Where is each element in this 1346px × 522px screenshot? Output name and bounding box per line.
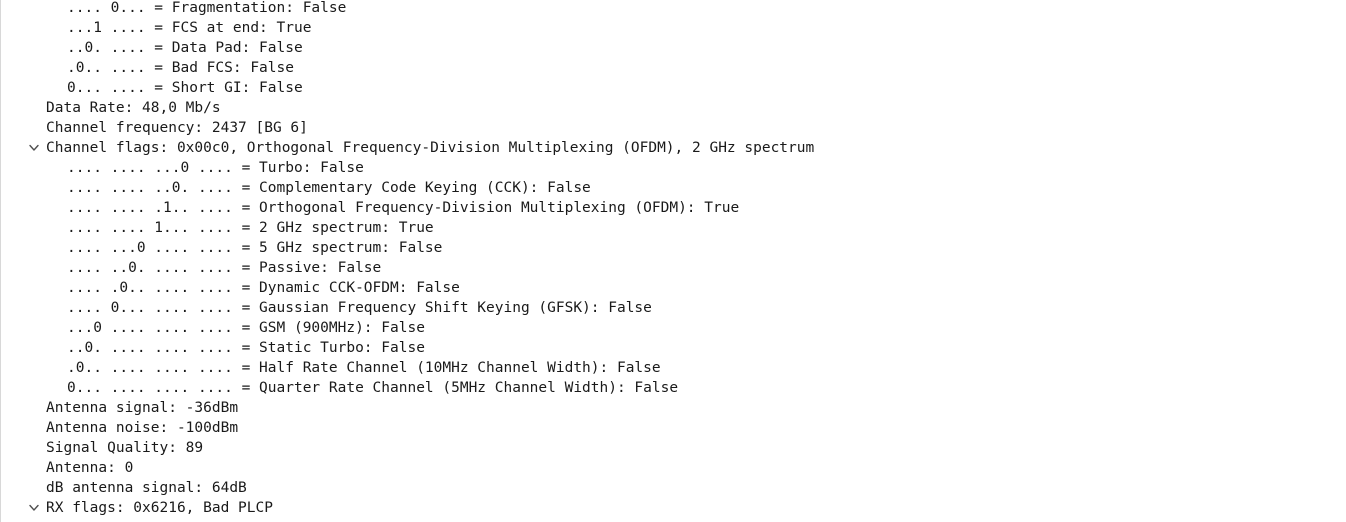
tree-row-text: ...1 .... = FCS at end: True	[67, 20, 312, 36]
tree-row-text: .... .0.. .... .... = Dynamic CCK-OFDM: …	[67, 280, 460, 296]
tree-row-text: ..0. .... .... .... = Static Turbo: Fals…	[67, 340, 425, 356]
tree-row-text: 0... .... .... .... = Quarter Rate Chann…	[67, 380, 679, 396]
tree-row-text: .0.. .... = Bad FCS: False	[67, 60, 294, 76]
tree-row[interactable]: .... .... .1.. .... = Orthogonal Frequen…	[1, 198, 1346, 218]
tree-row[interactable]: .... 0... = Fragmentation: False	[1, 0, 1346, 18]
tree-row[interactable]: Antenna: 0	[1, 458, 1346, 478]
tree-node-expandable[interactable]: Channel flags: 0x00c0, Orthogonal Freque…	[1, 138, 1346, 158]
tree-row-text: RX flags: 0x6216, Bad PLCP	[46, 500, 273, 516]
tree-row[interactable]: ..0. .... = Data Pad: False	[1, 38, 1346, 58]
chevron-down-icon[interactable]	[29, 144, 39, 152]
tree-row[interactable]: .... ...0 .... .... = 5 GHz spectrum: Fa…	[1, 238, 1346, 258]
tree-row-text: .... 0... .... .... = Gaussian Frequency…	[67, 300, 652, 316]
tree-row-text: .... ..0. .... .... = Passive: False	[67, 260, 382, 276]
packet-details-tree[interactable]: .... 0... = Fragmentation: False ...1 ...…	[0, 0, 1346, 522]
tree-row-text: Channel frequency: 2437 [BG 6]	[46, 120, 308, 136]
tree-row[interactable]: .0.. .... = Bad FCS: False	[1, 58, 1346, 78]
tree-row-text: ...0 .... .... .... = GSM (900MHz): Fals…	[67, 320, 425, 336]
tree-row[interactable]: .... .... ...0 .... = Turbo: False	[1, 158, 1346, 178]
tree-row[interactable]: 0... .... .... .... = Quarter Rate Chann…	[1, 378, 1346, 398]
tree-row-text: Channel flags: 0x00c0, Orthogonal Freque…	[46, 140, 815, 156]
tree-row-text: dB antenna signal: 64dB	[46, 480, 247, 496]
tree-row[interactable]: Antenna signal: -36dBm	[1, 398, 1346, 418]
tree-node-expandable[interactable]: RX flags: 0x6216, Bad PLCP	[1, 498, 1346, 518]
tree-row[interactable]: 0... .... = Short GI: False	[1, 78, 1346, 98]
tree-row[interactable]: .... .... ..0. .... = Complementary Code…	[1, 178, 1346, 198]
tree-row-text: .... .... ...0 .... = Turbo: False	[67, 160, 364, 176]
tree-row-text: Antenna noise: -100dBm	[46, 420, 239, 436]
tree-row[interactable]: Antenna noise: -100dBm	[1, 418, 1346, 438]
tree-row-text: Data Rate: 48,0 Mb/s	[46, 100, 221, 116]
tree-row[interactable]: dB antenna signal: 64dB	[1, 478, 1346, 498]
tree-row-text: 0... .... = Short GI: False	[67, 80, 303, 96]
tree-row[interactable]: ...1 .... = FCS at end: True	[1, 18, 1346, 38]
tree-row[interactable]: Signal Quality: 89	[1, 438, 1346, 458]
tree-row[interactable]: .... ..0. .... .... = Passive: False	[1, 258, 1346, 278]
chevron-down-icon[interactable]	[29, 504, 39, 512]
tree-row-text: .... ...0 .... .... = 5 GHz spectrum: Fa…	[67, 240, 443, 256]
tree-row-text: Antenna: 0	[46, 460, 134, 476]
tree-row-text: Antenna signal: -36dBm	[46, 400, 239, 416]
tree-row[interactable]: Data Rate: 48,0 Mb/s	[1, 98, 1346, 118]
tree-row-text: Signal Quality: 89	[46, 440, 204, 456]
tree-row-text: .... 0... = Fragmentation: False	[67, 0, 347, 16]
tree-row[interactable]: ...0 .... .... .... = GSM (900MHz): Fals…	[1, 318, 1346, 338]
tree-row[interactable]: .... 0... .... .... = Gaussian Frequency…	[1, 298, 1346, 318]
tree-row-text: .... .... .1.. .... = Orthogonal Frequen…	[67, 200, 740, 216]
tree-row[interactable]: .0.. .... .... .... = Half Rate Channel …	[1, 358, 1346, 378]
tree-row-text: .0.. .... .... .... = Half Rate Channel …	[67, 360, 661, 376]
tree-row[interactable]: .... .0.. .... .... = Dynamic CCK-OFDM: …	[1, 278, 1346, 298]
tree-row-text: .... .... ..0. .... = Complementary Code…	[67, 180, 591, 196]
tree-row-text: .... .... 1... .... = 2 GHz spectrum: Tr…	[67, 220, 434, 236]
tree-row-text: ..0. .... = Data Pad: False	[67, 40, 303, 56]
tree-row[interactable]: .... .... 1... .... = 2 GHz spectrum: Tr…	[1, 218, 1346, 238]
tree-row[interactable]: Channel frequency: 2437 [BG 6]	[1, 118, 1346, 138]
tree-row[interactable]: ..0. .... .... .... = Static Turbo: Fals…	[1, 338, 1346, 358]
